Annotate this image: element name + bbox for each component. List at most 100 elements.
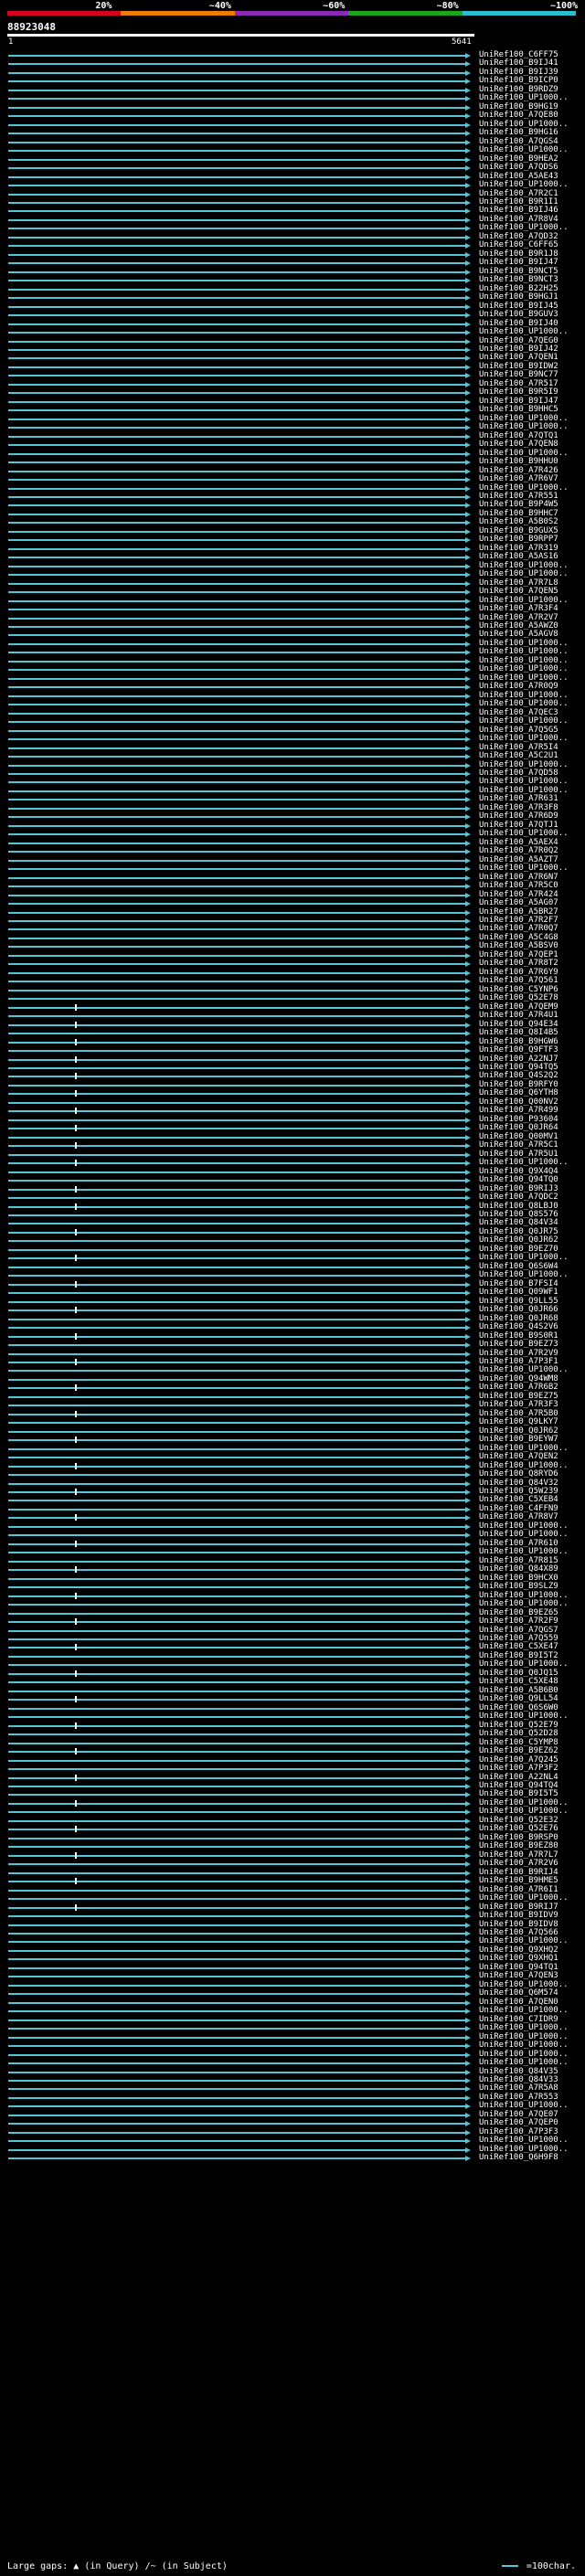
hit-label[interactable]: UniRef100_A7Q561 — [479, 977, 558, 985]
hit-row[interactable]: UniRef100_A7QDS6 — [0, 164, 585, 172]
hit-label[interactable]: UniRef100_B9EZ62 — [479, 1747, 558, 1755]
hit-label[interactable]: UniRef100_UP1000.. — [479, 2041, 569, 2050]
hit-row[interactable]: UniRef100_B9EZ73 — [0, 1341, 585, 1349]
hit-row[interactable]: UniRef100_B9RPP7 — [0, 535, 585, 544]
hit-row[interactable]: UniRef100_B9HGJ1 — [0, 293, 585, 302]
hit-row[interactable]: UniRef100_UP1000.. — [0, 700, 585, 708]
hit-label[interactable]: UniRef100_A7QEN3 — [479, 1972, 558, 1980]
hit-label[interactable]: UniRef100_B9NCT3 — [479, 276, 558, 284]
hit-label[interactable]: UniRef100_A7QEN2 — [479, 1453, 558, 1461]
hit-label[interactable]: UniRef100_Q0JR64 — [479, 1124, 558, 1132]
hit-row[interactable]: UniRef100_B9NCT3 — [0, 276, 585, 284]
hit-label[interactable]: UniRef100_A7QDS6 — [479, 164, 558, 172]
hit-label[interactable]: UniRef100_A5C2U1 — [479, 752, 558, 760]
hit-row[interactable]: UniRef100_Q6M574 — [0, 1989, 585, 1998]
hit-label[interactable]: UniRef100_Q8I4B5 — [479, 1029, 558, 1037]
hit-label[interactable]: UniRef100_UP1000.. — [479, 2024, 569, 2032]
hit-label[interactable]: UniRef100_Q9FTF3 — [479, 1046, 558, 1055]
hit-label[interactable]: UniRef100_A7QEP0 — [479, 2119, 558, 2127]
hit-row[interactable]: UniRef100_B9HHU0 — [0, 458, 585, 466]
hit-row[interactable]: UniRef100_B9EYW7 — [0, 1436, 585, 1444]
hit-label[interactable]: UniRef100_B9IDV9 — [479, 1912, 558, 1920]
hit-label[interactable]: UniRef100_UP1000.. — [479, 2059, 569, 2067]
hit-row[interactable]: UniRef100_A7R0Q9 — [0, 683, 585, 691]
hit-row[interactable]: UniRef100_UP1000.. — [0, 1712, 585, 1721]
hit-row[interactable]: UniRef100_A7R6V7 — [0, 475, 585, 483]
hit-label[interactable]: UniRef100_C5XE48 — [479, 1678, 558, 1686]
hit-row[interactable]: UniRef100_Q8I4B5 — [0, 1029, 585, 1037]
hit-label[interactable]: UniRef100_C6FF65 — [479, 241, 558, 249]
hit-label[interactable]: UniRef100_A7QEN8 — [479, 440, 558, 449]
hit-row[interactable]: UniRef100_UP1000.. — [0, 1548, 585, 1556]
hit-label[interactable]: UniRef100_A7R5C1 — [479, 1141, 558, 1150]
hit-label[interactable]: UniRef100_A7R6D9 — [479, 812, 558, 821]
hit-row[interactable]: UniRef100_UP1000.. — [0, 1600, 585, 1608]
hit-label[interactable]: UniRef100_A7R6V7 — [479, 475, 558, 483]
hit-row[interactable]: UniRef100_UP1000.. — [0, 146, 585, 154]
hit-label[interactable]: UniRef100_UP1000.. — [479, 146, 569, 154]
hit-row[interactable]: UniRef100_UP1000.. — [0, 1894, 585, 1903]
hit-row[interactable]: UniRef100_UP1000.. — [0, 1159, 585, 1167]
hit-row[interactable]: UniRef100_Q84X89 — [0, 1565, 585, 1574]
hit-label[interactable]: UniRef100_Q0JR66 — [479, 1306, 558, 1314]
hit-label[interactable]: UniRef100_UP1000.. — [479, 717, 569, 726]
hit-row[interactable]: UniRef100_Q09WF1 — [0, 1288, 585, 1297]
hit-label[interactable]: UniRef100_A7R2F9 — [479, 1617, 558, 1626]
hit-label[interactable]: UniRef100_A7R0Q2 — [479, 847, 558, 855]
hit-row[interactable]: UniRef100_A7R2V6 — [0, 1860, 585, 1868]
hit-label[interactable]: UniRef100_UP1000.. — [479, 700, 569, 708]
hit-label[interactable]: UniRef100_A7R499 — [479, 1107, 558, 1115]
hit-label[interactable]: UniRef100_A7R3F4 — [479, 605, 558, 613]
hit-label[interactable]: UniRef100_Q6H9F8 — [479, 2154, 558, 2162]
hit-label[interactable]: UniRef100_B9HHU0 — [479, 458, 558, 466]
hit-label[interactable]: UniRef100_B9HHC5 — [479, 406, 558, 414]
hit-row[interactable]: UniRef100_B9HME5 — [0, 1877, 585, 1885]
hit-label[interactable]: UniRef100_A7QEN5 — [479, 588, 558, 596]
hit-row[interactable]: UniRef100_Q9LKY7 — [0, 1418, 585, 1426]
hit-label[interactable]: UniRef100_B9EYW7 — [479, 1436, 558, 1444]
hit-label[interactable]: UniRef100_A7R2V6 — [479, 1860, 558, 1868]
hit-label[interactable]: UniRef100_UP1000.. — [479, 735, 569, 743]
hit-row[interactable]: UniRef100_UP1000.. — [0, 665, 585, 673]
hit-label[interactable]: UniRef100_A7QE80 — [479, 111, 558, 120]
hit-label[interactable]: UniRef100_B9EZ73 — [479, 1341, 558, 1349]
hit-label[interactable]: UniRef100_UP1000.. — [479, 181, 569, 189]
hit-label[interactable]: UniRef100_UP1000.. — [479, 1894, 569, 1903]
hit-row[interactable]: UniRef100_UP1000.. — [0, 2041, 585, 2050]
hit-row[interactable]: UniRef100_Q52E78 — [0, 994, 585, 1002]
hit-label[interactable]: UniRef100_A7QDC2 — [479, 1193, 558, 1202]
hit-row[interactable]: UniRef100_Q9LL54 — [0, 1695, 585, 1703]
hit-label[interactable]: UniRef100_UP1000.. — [479, 1159, 569, 1167]
hit-row[interactable]: UniRef100_A5AG07 — [0, 899, 585, 907]
hit-label[interactable]: UniRef100_B9HME5 — [479, 1877, 558, 1885]
hit-row[interactable]: UniRef100_B9IJ47 — [0, 259, 585, 267]
hit-label[interactable]: UniRef100_Q09WF1 — [479, 1288, 558, 1297]
hit-row[interactable]: UniRef100_Q0JR64 — [0, 1124, 585, 1132]
hit-label[interactable]: UniRef100_B9R5I9 — [479, 388, 558, 397]
hit-label[interactable]: UniRef100_B9HG16 — [479, 129, 558, 137]
hit-row[interactable]: UniRef100_C5XE48 — [0, 1678, 585, 1686]
hit-row[interactable]: UniRef100_B9SLZ9 — [0, 1583, 585, 1591]
hit-row[interactable]: UniRef100_UP1000.. — [0, 864, 585, 873]
hit-row[interactable]: UniRef100_A7QEP0 — [0, 2119, 585, 2127]
hit-row[interactable]: UniRef100_A7R2F9 — [0, 1617, 585, 1626]
hit-label[interactable]: UniRef100_UP1000.. — [479, 1531, 569, 1539]
hit-row[interactable]: UniRef100_A7P3F2 — [0, 1765, 585, 1773]
hit-row[interactable]: UniRef100_UP1000.. — [0, 423, 585, 431]
hit-row[interactable]: UniRef100_A7R3F4 — [0, 605, 585, 613]
hit-label[interactable]: UniRef100_UP1000.. — [479, 830, 569, 838]
hit-row[interactable]: UniRef100_A5C2U1 — [0, 752, 585, 760]
hit-label[interactable]: UniRef100_A7R3F3 — [479, 1401, 558, 1409]
hit-row[interactable]: UniRef100_UP1000.. — [0, 735, 585, 743]
hit-row[interactable]: UniRef100_Q6H9F8 — [0, 2154, 585, 2162]
hit-row[interactable]: UniRef100_B9HG16 — [0, 129, 585, 137]
hit-row[interactable]: UniRef100_B9EZ80 — [0, 1842, 585, 1850]
hit-label[interactable]: UniRef100_UP1000.. — [479, 1712, 569, 1721]
hit-row[interactable]: UniRef100_A7R8T2 — [0, 959, 585, 968]
hit-label[interactable]: UniRef100_A5AG07 — [479, 899, 558, 907]
hit-label[interactable]: UniRef100_UP1000.. — [479, 2136, 569, 2145]
hit-row[interactable]: UniRef100_A7QEN2 — [0, 1453, 585, 1461]
hit-row[interactable]: UniRef100_UP1000.. — [0, 1254, 585, 1262]
hit-row[interactable]: UniRef100_UP1000.. — [0, 1531, 585, 1539]
hit-label[interactable]: UniRef100_A7R5C0 — [479, 882, 558, 890]
